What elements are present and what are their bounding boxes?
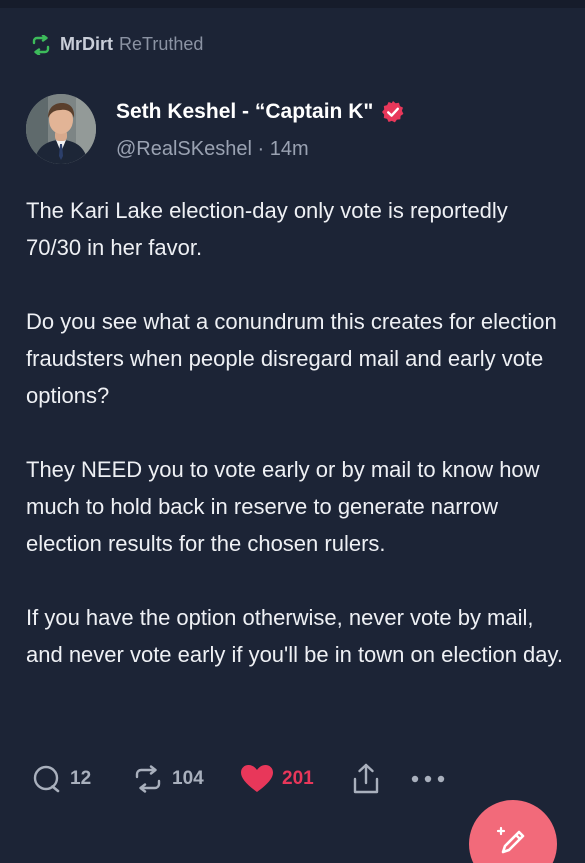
heart-icon [240,764,274,794]
share-button[interactable] [352,763,410,795]
post-body: The Kari Lake election-day only vote is … [26,192,566,673]
retruth-arrows-icon [30,33,52,56]
more-dots-icon [410,774,446,784]
reply-button[interactable]: 12 [32,764,132,794]
truth-post-screen: MrDirt ReTruthed Seth Keshel - “Captain … [0,0,585,863]
top-edge [0,0,585,8]
post-paragraph: If you have the option otherwise, never … [26,605,564,667]
retruth-label: ReTruthed [119,34,204,54]
more-options-button[interactable] [410,774,446,784]
handle-row: @RealSKeshel · 14m [116,138,405,161]
retruth-count: 104 [172,768,204,789]
post-paragraph: The Kari Lake election-day only vote is … [26,198,508,260]
post-actions: 12 104 201 [32,762,446,796]
avatar[interactable] [26,94,96,164]
display-name-row[interactable]: Seth Keshel - “Captain K" [116,98,405,126]
like-button[interactable]: 201 [240,764,352,794]
compose-pen-icon [493,822,533,863]
post-time: · 14m [257,138,309,160]
retruth-arrows-icon [132,765,164,793]
like-count: 201 [282,768,314,789]
post-paragraph: Do you see what a conundrum this creates… [26,309,557,408]
reply-count: 12 [70,768,92,789]
post-author: Seth Keshel - “Captain K" @RealSKeshel ·… [26,94,405,164]
post-paragraph: They NEED you to vote early or by mail t… [26,457,540,556]
compose-button[interactable] [469,800,557,863]
retruth-username[interactable]: MrDirt [60,34,113,55]
reply-bubble-icon [32,764,62,794]
verified-badge-icon [381,100,405,124]
retruth-banner[interactable]: MrDirt ReTruthed [30,33,204,56]
share-upload-icon [352,763,380,795]
author-info: Seth Keshel - “Captain K" @RealSKeshel ·… [116,98,405,161]
retruth-button[interactable]: 104 [132,765,240,793]
author-handle[interactable]: @RealSKeshel [116,138,252,160]
display-name[interactable]: Seth Keshel - “Captain K" [116,100,373,124]
